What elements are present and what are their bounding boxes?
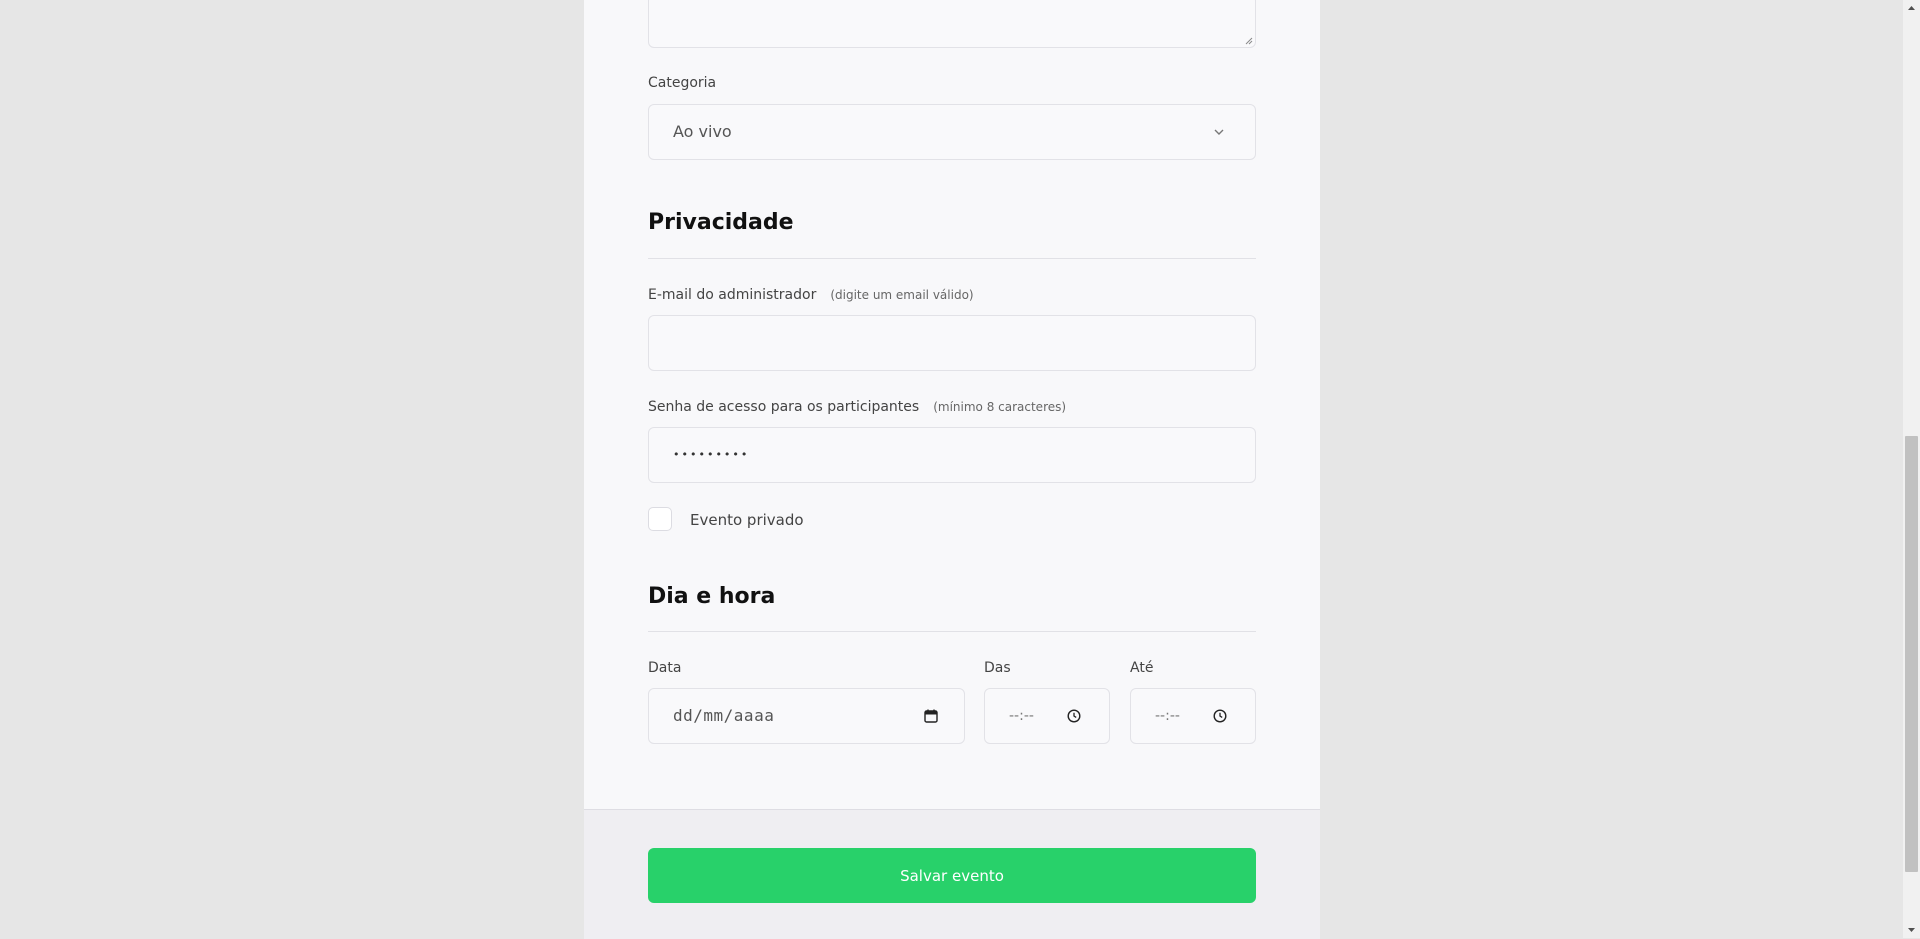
resize-grip-icon[interactable] <box>1245 37 1253 45</box>
date-field[interactable]: dd/mm/aaaa <box>648 688 965 744</box>
to-time-placeholder: --:-- <box>1155 708 1180 724</box>
scrollbar-thumb[interactable] <box>1905 436 1918 872</box>
page-scrollbar[interactable] <box>1903 0 1920 938</box>
password-label-text: Senha de acesso para os participantes <box>648 399 920 415</box>
category-selected-value: Ao vivo <box>673 122 732 141</box>
privacy-divider <box>648 258 1256 259</box>
save-event-button[interactable]: Salvar evento <box>648 848 1256 903</box>
from-time-field[interactable]: --:-- <box>984 688 1110 744</box>
to-time-label: Até <box>1130 660 1154 676</box>
privacy-section-title: Privacidade <box>648 210 794 235</box>
admin-email-label: E-mail do administrador (digite um email … <box>648 287 974 303</box>
private-event-checkbox[interactable] <box>648 507 672 531</box>
from-time-label: Das <box>984 660 1011 676</box>
date-placeholder: dd/mm/aaaa <box>673 706 775 725</box>
password-label: Senha de acesso para os participantes (mí… <box>648 399 1066 415</box>
private-event-label[interactable]: Evento privado <box>690 511 804 529</box>
to-time-field[interactable]: --:-- <box>1130 688 1256 744</box>
from-time-placeholder: --:-- <box>1009 708 1034 724</box>
calendar-icon[interactable] <box>924 709 938 723</box>
clock-icon[interactable] <box>1213 709 1227 723</box>
password-field[interactable]: ••••••••• <box>648 427 1256 483</box>
category-select[interactable]: Ao vivo <box>648 104 1256 160</box>
date-label: Data <box>648 660 682 676</box>
admin-email-field[interactable] <box>648 315 1256 371</box>
chevron-down-icon <box>1214 129 1224 135</box>
datetime-divider <box>648 631 1256 632</box>
admin-email-hint: (digite um email válido) <box>830 288 974 302</box>
password-masked-value: ••••••••• <box>673 448 750 461</box>
password-hint: (mínimo 8 caracteres) <box>933 400 1067 414</box>
description-textarea[interactable] <box>648 0 1256 48</box>
category-label: Categoria <box>648 75 717 91</box>
datetime-section-title: Dia e hora <box>648 584 776 609</box>
scroll-up-arrow-icon[interactable] <box>1903 0 1920 16</box>
clock-icon[interactable] <box>1067 709 1081 723</box>
admin-email-label-text: E-mail do administrador <box>648 287 817 303</box>
scroll-down-arrow-icon[interactable] <box>1903 922 1920 938</box>
